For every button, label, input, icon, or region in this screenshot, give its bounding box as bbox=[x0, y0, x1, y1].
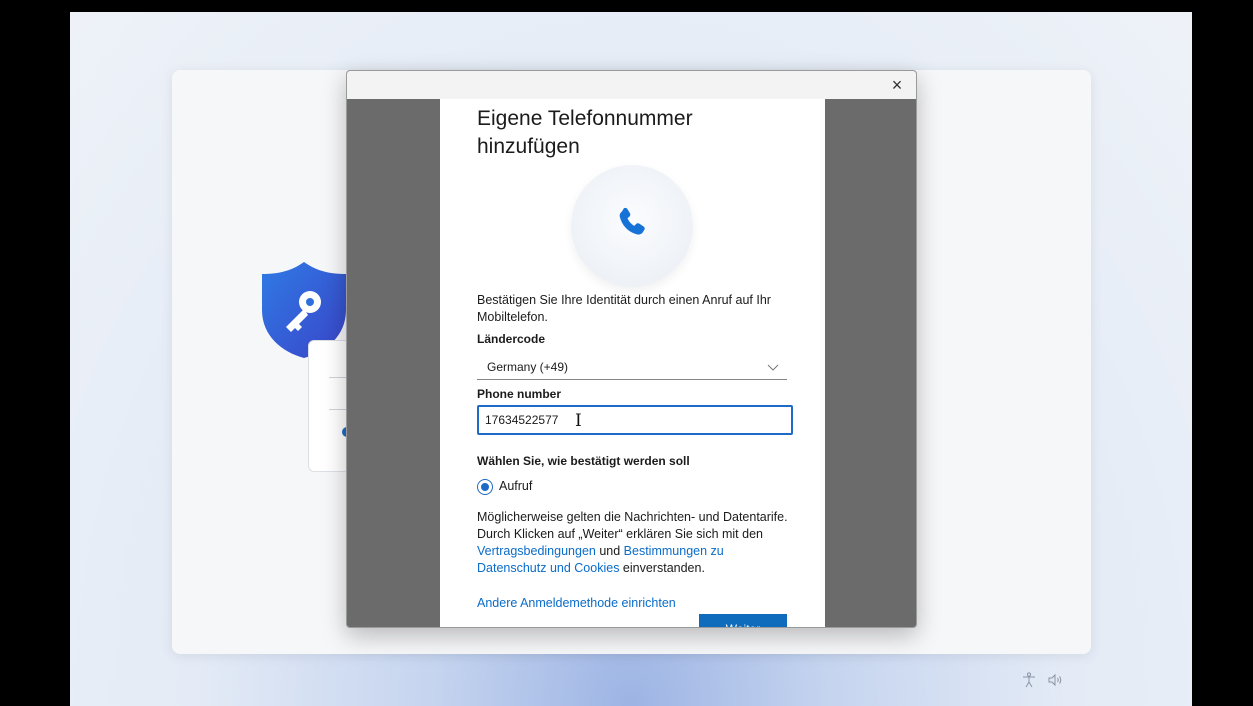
phone-number-value: 17634522577 bbox=[485, 413, 559, 427]
phone-illustration bbox=[571, 165, 693, 287]
background-panel bbox=[308, 340, 350, 472]
radio-label-call: Aufruf bbox=[499, 479, 533, 493]
add-phone-dialog: × Eigene Telefonnummer hinzufügen Bestät… bbox=[346, 70, 917, 628]
country-code-label: Ländercode bbox=[477, 332, 546, 346]
volume-icon[interactable] bbox=[1047, 672, 1063, 691]
phone-icon bbox=[619, 207, 645, 235]
terms-link[interactable]: Vertragsbedingungen bbox=[477, 544, 596, 558]
page-title: Eigene Telefonnummer hinzufügen bbox=[477, 107, 693, 158]
description-text: Bestätigen Sie Ihre Identität durch eine… bbox=[477, 293, 771, 324]
text-cursor-icon: I bbox=[575, 411, 582, 431]
legal-text-part: und bbox=[595, 544, 624, 558]
phone-number-input[interactable]: 17634522577 I bbox=[477, 405, 793, 435]
other-signin-method-link[interactable]: Andere Anmeldemethode einrichten bbox=[477, 596, 676, 610]
accessibility-icon[interactable] bbox=[1022, 672, 1036, 691]
country-code-value: Germany (+49) bbox=[487, 360, 569, 374]
country-code-select[interactable]: Germany (+49) bbox=[477, 355, 787, 380]
dialog-content: Eigene Telefonnummer hinzufügen Bestätig… bbox=[440, 99, 825, 627]
next-button[interactable]: Weiter bbox=[699, 614, 787, 627]
radio-button[interactable] bbox=[477, 479, 493, 495]
legal-text: Möglicherweise gelten die Nachrichten- u… bbox=[477, 509, 795, 577]
verification-method-heading: Wählen Sie, wie bestätigt werden soll bbox=[477, 454, 690, 468]
phone-number-label: Phone number bbox=[477, 387, 562, 401]
chevron-down-icon bbox=[767, 355, 779, 388]
legal-text-part: einverstanden. bbox=[619, 561, 705, 575]
legal-text-part: Möglicherweise gelten die Nachrichten- u… bbox=[477, 510, 788, 541]
dialog-titlebar: × bbox=[347, 71, 916, 99]
close-icon[interactable]: × bbox=[886, 74, 908, 96]
